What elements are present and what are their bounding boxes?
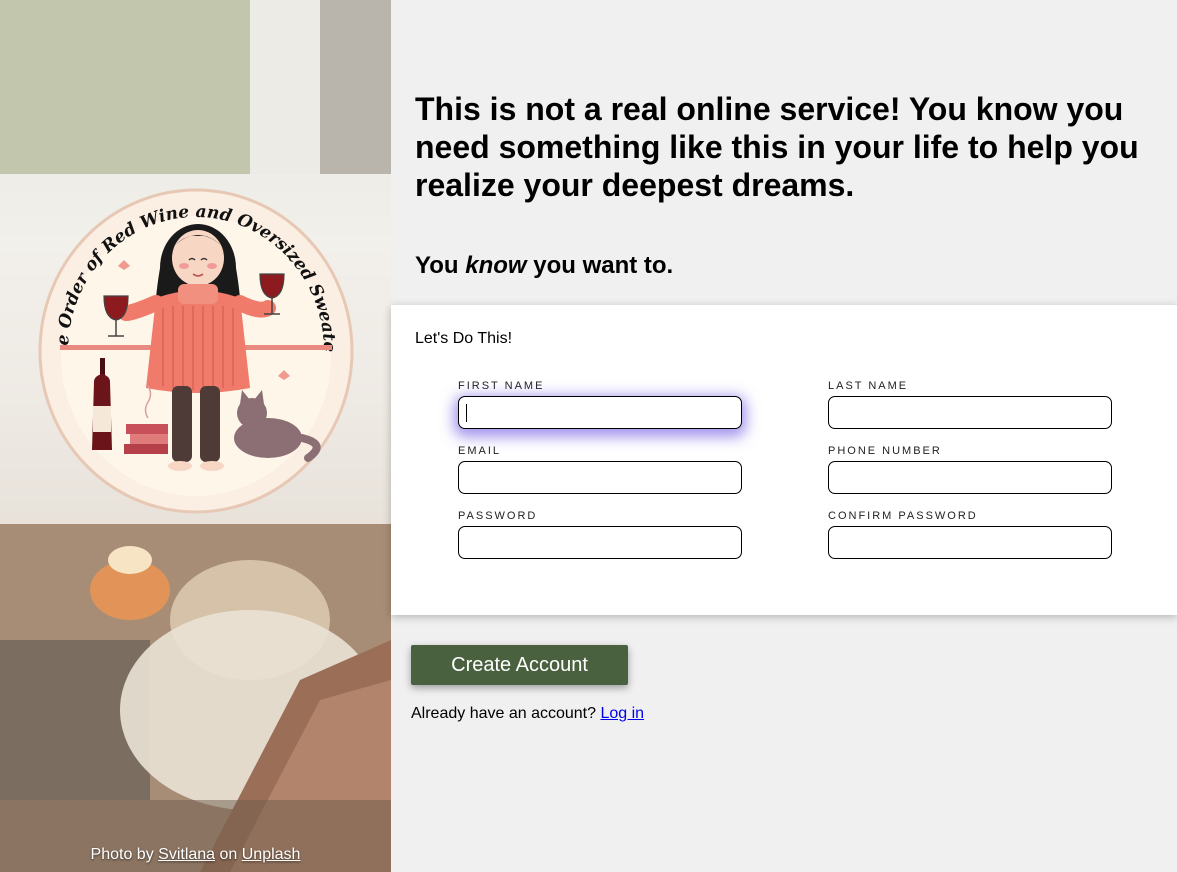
signup-form-card: Let's Do This! FIRST NAME LAST NAME EMAI… (391, 305, 1177, 615)
order-logo: The Order of Red Wine and Oversized Swea… (38, 188, 354, 514)
confirm-password-field-group: CONFIRM PASSWORD (828, 510, 1112, 559)
credit-middle: on (215, 846, 242, 863)
credit-prefix: Photo by (90, 846, 159, 863)
page-headline: This is not a real online service! You k… (415, 91, 1139, 203)
password-input[interactable] (458, 526, 742, 559)
last-name-input[interactable] (828, 396, 1112, 429)
credit-site-link[interactable]: Unplash (242, 846, 301, 863)
password-label: PASSWORD (458, 510, 538, 522)
confirm-password-label: CONFIRM PASSWORD (828, 510, 978, 522)
create-account-button[interactable]: Create Account (411, 645, 628, 685)
confirm-password-input[interactable] (828, 526, 1112, 559)
email-input[interactable] (458, 461, 742, 494)
login-prompt: Already have an account? Log in (411, 705, 644, 723)
first-name-input[interactable] (458, 396, 742, 429)
password-field-group: PASSWORD (458, 510, 742, 559)
hero-photo-panel: The Order of Red Wine and Oversized Swea… (0, 0, 391, 872)
form-title: Let's Do This! (415, 330, 513, 347)
photo-credit: Photo by Svitlana on Unplash (0, 846, 391, 864)
phone-input[interactable] (828, 461, 1112, 494)
credit-author-link[interactable]: Svitlana (158, 846, 215, 863)
login-prompt-text: Already have an account? (411, 705, 601, 722)
email-field-group: EMAIL (458, 445, 742, 494)
login-link[interactable]: Log in (600, 705, 644, 722)
phone-field-group: PHONE NUMBER (828, 445, 1112, 494)
first-name-field-group: FIRST NAME (458, 380, 742, 429)
email-label: EMAIL (458, 445, 502, 457)
first-name-label: FIRST NAME (458, 380, 545, 392)
text-caret (466, 404, 467, 422)
last-name-label: LAST NAME (828, 380, 909, 392)
last-name-field-group: LAST NAME (828, 380, 1112, 429)
page-subheading: You know you want to. (415, 252, 673, 280)
subhead-before: You (415, 252, 466, 279)
subhead-emphasis: know (465, 252, 527, 279)
phone-label: PHONE NUMBER (828, 445, 942, 457)
subhead-after: you want to. (526, 252, 674, 279)
